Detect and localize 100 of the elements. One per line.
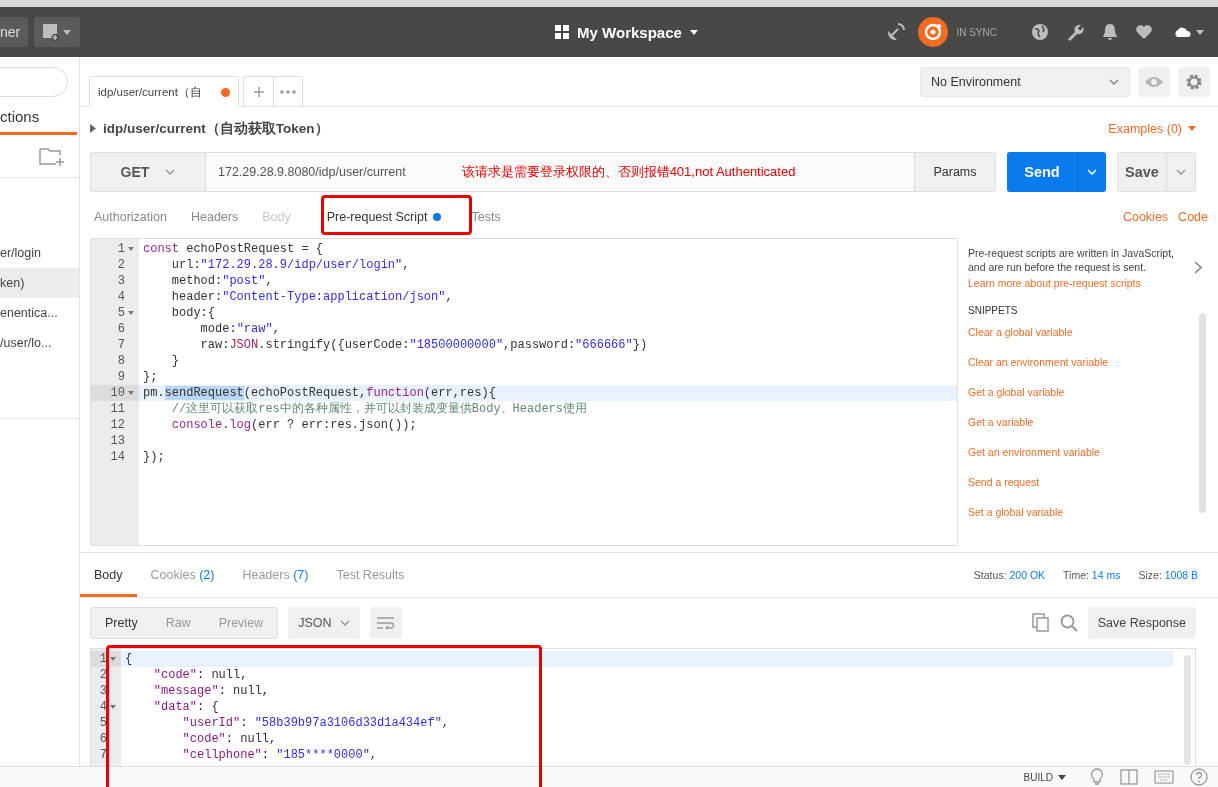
response-tab[interactable]: Test Results [322, 553, 419, 597]
params-button[interactable]: Params [915, 152, 996, 192]
fold-icon[interactable] [128, 391, 134, 395]
view-mode-tab[interactable]: Raw [151, 608, 205, 638]
bell-icon[interactable] [1101, 22, 1119, 42]
snippet-link[interactable]: Clear a global variable [968, 325, 1109, 355]
link[interactable]: Cookies [1122, 210, 1169, 224]
format-select[interactable]: JSON [288, 607, 361, 639]
sidebar-item[interactable]: er/login [0, 238, 79, 268]
lightbulb-icon[interactable] [1090, 768, 1104, 786]
fold-icon[interactable] [128, 247, 134, 251]
environment-value: No Environment [931, 75, 1021, 89]
caret-icon [63, 29, 71, 35]
code-line: //这里可以获取res中的各种属性，并可以封装成变量供Body、Headers使用 [170, 402, 588, 416]
build-button[interactable]: BUILD [1023, 771, 1066, 783]
cloud-icon [1173, 26, 1191, 38]
snippet-link[interactable]: Clear an environment variable [968, 355, 1109, 385]
url-field[interactable]: 172.29.28.9.8080/idp/user/current 该请求是需要登录权限的、否则报错401,not Authenticated [206, 152, 915, 192]
response-tab[interactable]: Cookies (2) [136, 553, 229, 597]
globe-icon[interactable] [1031, 23, 1049, 41]
fold-icon[interactable] [128, 311, 134, 315]
line-number: 12 [110, 417, 125, 433]
line-number: 11 [110, 401, 125, 417]
examples-button[interactable]: Examples (0) [1108, 121, 1196, 136]
code-line: "cellphone": "185****0000", [181, 748, 378, 762]
line-number: 5 [99, 715, 107, 731]
fold-icon[interactable] [110, 705, 116, 709]
view-mode-tab[interactable]: Preview [204, 608, 278, 638]
request-tab[interactable]: Pre-request Script [302, 204, 460, 230]
code-line: "code": null, [181, 732, 277, 746]
quick-look-button[interactable] [1138, 67, 1170, 97]
fold-icon[interactable] [110, 657, 116, 661]
snippet-link[interactable]: Get a global variable [968, 385, 1109, 415]
sidebar-item[interactable]: enentica... [0, 298, 79, 328]
snippet-link[interactable]: Set a global variable [968, 505, 1109, 535]
account-button[interactable] [1173, 26, 1204, 38]
scrollbar[interactable] [1199, 313, 1206, 513]
scrollbar[interactable] [1184, 655, 1191, 765]
copy-icon[interactable] [1031, 613, 1050, 633]
response-stat: Size: 1008 B [1138, 569, 1198, 581]
workspace-switcher[interactable]: My Workspace [555, 23, 698, 41]
request-tab[interactable]: Tests [459, 204, 513, 230]
code-line: mode:"raw", [199, 322, 280, 336]
code-line: "data": { [152, 700, 219, 714]
snippet-link[interactable]: Get an environment variable [968, 445, 1109, 475]
add-window-icon [42, 23, 60, 41]
expand-icon[interactable] [90, 124, 96, 133]
link[interactable]: Code [1178, 210, 1208, 224]
request-name: idp/user/current（自动获取Token） [103, 119, 329, 138]
line-number: 2 [99, 667, 107, 683]
save-response-button[interactable]: Save Response [1087, 607, 1196, 639]
heart-icon[interactable] [1135, 24, 1153, 40]
settings-button[interactable] [1178, 67, 1210, 97]
tab-label: idp/user/current（自 [98, 84, 202, 100]
request-tab[interactable]: Authorization [94, 204, 179, 230]
help-icon[interactable] [1190, 768, 1208, 786]
sync-status: IN SYNC [956, 26, 997, 38]
keyboard-icon[interactable] [1154, 770, 1174, 784]
response-tab[interactable]: Body [80, 553, 137, 597]
line-number: 6 [117, 321, 125, 337]
new-folder-icon[interactable] [39, 146, 65, 166]
method-select[interactable]: GET [90, 152, 206, 192]
sidebar-item[interactable]: ken) [0, 268, 79, 298]
code-line: method:"post", [170, 274, 273, 288]
new-tab-button[interactable] [34, 17, 80, 47]
chevron-right-icon[interactable] [1194, 261, 1202, 274]
two-pane-icon[interactable] [1120, 769, 1138, 785]
request-tab[interactable]: idp/user/current（自 [89, 76, 239, 107]
snippet-link[interactable]: Send a request [968, 475, 1109, 505]
code-line: header:"Content-Type:application/json", [170, 290, 453, 304]
sidebar-item[interactable]: /user/lo... [0, 328, 79, 358]
help-text: Pre-request scripts are written in JavaScript, and are run before the request is sent. [968, 246, 1175, 274]
save-button[interactable]: Save [1117, 152, 1167, 192]
caret-icon [165, 169, 176, 175]
snippet-link[interactable]: Get a variable [968, 415, 1109, 445]
snippets-heading: SNIPPETS [968, 305, 1019, 316]
code-line: { [125, 652, 133, 666]
line-number: 5 [117, 305, 125, 321]
satellite-icon[interactable] [886, 22, 907, 42]
runner-button[interactable]: ner [0, 17, 28, 47]
response-tab[interactable]: Headers (7) [228, 553, 323, 597]
line-number: 8 [117, 353, 125, 369]
learn-more-link[interactable]: Learn more about pre-request scripts [968, 277, 1178, 289]
search-icon[interactable] [1059, 614, 1078, 632]
grid-icon [555, 25, 570, 39]
view-mode-tab[interactable]: Pretty [91, 608, 152, 638]
wrap-lines-button[interactable] [370, 607, 403, 639]
code-line: }; [143, 370, 158, 384]
send-button[interactable]: Send [1007, 152, 1077, 192]
send-options-button[interactable] [1077, 152, 1106, 192]
line-number: 9 [117, 369, 125, 385]
environment-select[interactable]: No Environment [920, 67, 1130, 97]
collections-tab[interactable]: ctions [0, 97, 77, 135]
caret-icon [1109, 79, 1119, 85]
code-editor[interactable] [90, 238, 958, 546]
line-number: 7 [117, 337, 125, 353]
sync-icon[interactable] [918, 17, 949, 47]
caret-icon [689, 29, 698, 35]
eye-icon [1144, 76, 1164, 88]
request-tab[interactable]: Headers [178, 204, 251, 230]
